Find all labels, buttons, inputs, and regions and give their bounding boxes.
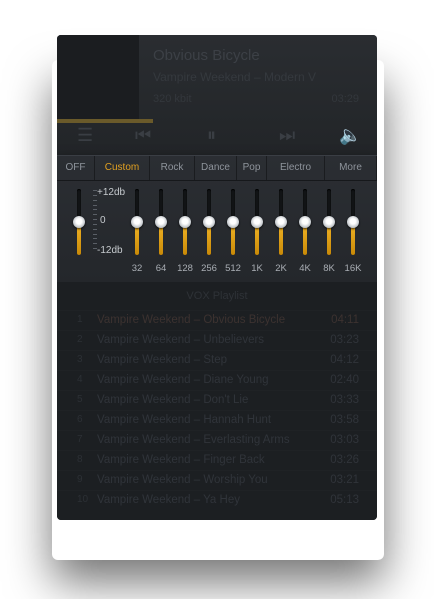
preset-dance[interactable]: Dance (195, 156, 237, 180)
track-name: Vampire Weekend – Everlasting Arms (97, 434, 290, 446)
preamp-slider[interactable] (73, 189, 85, 259)
track-number: 1 (77, 314, 83, 325)
track-name: Vampire Weekend – Step (97, 354, 227, 366)
track-duration: 03:58 (330, 414, 359, 426)
playlist-row[interactable]: 1 Vampire Weekend – Obvious Bicycle 04:11 (57, 310, 377, 331)
track-duration: 04:12 (330, 354, 359, 366)
eq-band-128[interactable] (179, 189, 191, 259)
eq-band-1k[interactable] (251, 189, 263, 259)
eq-band-512[interactable] (227, 189, 239, 259)
track-duration: 03:33 (330, 394, 359, 406)
db-scale-ticks (93, 190, 97, 249)
playlist-row[interactable]: 8 Vampire Weekend – Finger Back 03:26 (57, 450, 377, 471)
previous-icon[interactable]: ⏮ (135, 125, 151, 146)
volume-icon[interactable]: 🔈 (339, 125, 361, 146)
track-title: Obvious Bicycle (153, 47, 260, 64)
preset-custom[interactable]: Custom (95, 156, 150, 180)
track-name: Vampire Weekend – Obvious Bicycle (97, 314, 286, 326)
eq-band-64[interactable] (155, 189, 167, 259)
slider-knob[interactable] (179, 216, 191, 228)
track-number: 9 (77, 474, 83, 485)
album-art (57, 35, 139, 123)
progress-bar[interactable] (57, 119, 153, 123)
track-name: Vampire Weekend – Diane Young (97, 374, 269, 386)
slider-knob[interactable] (299, 216, 311, 228)
player-window: Obvious Bicycle Vampire Weekend – Modern… (57, 35, 377, 520)
track-number: 3 (77, 354, 83, 365)
next-icon[interactable]: ⏭ (279, 125, 295, 146)
scale-top-label: +12db (97, 187, 126, 198)
playlist-row[interactable]: 6 Vampire Weekend – Hannah Hunt 03:58 (57, 410, 377, 431)
playlist-row[interactable]: 4 Vampire Weekend – Diane Young 02:40 (57, 370, 377, 391)
playlist-title: VOX Playlist (186, 290, 248, 302)
playlist-row[interactable]: 7 Vampire Weekend – Everlasting Arms 03:03 (57, 430, 377, 451)
track-duration: 03:23 (330, 334, 359, 346)
bitrate-label: 320 kbit (153, 93, 192, 105)
track-duration: 05:13 (330, 494, 359, 506)
slider-knob[interactable] (131, 216, 143, 228)
track-name: Vampire Weekend – Don't Lie (97, 394, 249, 406)
track-duration: 03:21 (330, 474, 359, 486)
track-number: 6 (77, 414, 83, 425)
slider-knob[interactable] (155, 216, 167, 228)
playlist-row[interactable]: 3 Vampire Weekend – Step 04:12 (57, 350, 377, 371)
preset-bar: OFF Custom Rock Dance Pop Electro More (57, 156, 377, 181)
slider-knob[interactable] (227, 216, 239, 228)
preset-more[interactable]: More (325, 156, 377, 180)
playlist-row[interactable]: 5 Vampire Weekend – Don't Lie 03:33 (57, 390, 377, 411)
eq-band-4k[interactable] (299, 189, 311, 259)
scale-mid-label: 0 (100, 215, 106, 226)
eq-band-2k[interactable] (275, 189, 287, 259)
track-duration: 03:26 (330, 454, 359, 466)
preset-electro[interactable]: Electro (267, 156, 325, 180)
band-label: 16K (344, 263, 362, 274)
now-playing-panel: Obvious Bicycle Vampire Weekend – Modern… (57, 35, 377, 155)
scale-bottom-label: -12db (97, 245, 123, 256)
track-number: 2 (77, 334, 83, 345)
track-duration: 03:03 (330, 434, 359, 446)
preset-pop[interactable]: Pop (237, 156, 267, 180)
slider-knob[interactable] (251, 216, 263, 228)
track-name: Vampire Weekend – Unbelievers (97, 334, 265, 346)
eq-band-8k[interactable] (323, 189, 335, 259)
track-artist: Vampire Weekend – Modern V (153, 70, 316, 84)
slider-knob[interactable] (203, 216, 215, 228)
slider-knob[interactable] (275, 216, 287, 228)
playlist-row[interactable]: 9 Vampire Weekend – Worship You 03:21 (57, 470, 377, 491)
preset-rock[interactable]: Rock (150, 156, 195, 180)
track-name: Vampire Weekend – Worship You (97, 474, 268, 486)
eq-band-16k[interactable] (347, 189, 359, 259)
track-duration: 04:11 (331, 314, 359, 326)
track-number: 4 (77, 374, 83, 385)
eq-band-256[interactable] (203, 189, 215, 259)
equalizer-panel: OFF Custom Rock Dance Pop Electro More +12db 0… (57, 155, 377, 283)
menu-icon[interactable]: ☰ (77, 125, 93, 146)
playlist-row[interactable]: 2 Vampire Weekend – Unbelievers 03:23 (57, 330, 377, 351)
playlist-row[interactable]: 10 Vampire Weekend – Ya Hey 05:13 (57, 490, 377, 511)
playlist-panel: VOX Playlist 1 Vampire Weekend – Obvious … (57, 282, 377, 520)
track-time: 03:29 (331, 93, 359, 105)
slider-knob[interactable] (73, 216, 85, 228)
track-duration: 02:40 (330, 374, 359, 386)
slider-knob[interactable] (347, 216, 359, 228)
track-number: 10 (77, 494, 89, 505)
slider-knob[interactable] (323, 216, 335, 228)
track-number: 5 (77, 394, 83, 405)
track-name: Vampire Weekend – Ya Hey (97, 494, 240, 506)
track-name: Vampire Weekend – Finger Back (97, 454, 265, 466)
pause-icon[interactable]: ⏸ (207, 125, 216, 146)
track-number: 8 (77, 454, 83, 465)
track-name: Vampire Weekend – Hannah Hunt (97, 414, 272, 426)
preset-off[interactable]: OFF (57, 156, 95, 180)
eq-band-32[interactable] (131, 189, 143, 259)
track-number: 7 (77, 434, 83, 445)
